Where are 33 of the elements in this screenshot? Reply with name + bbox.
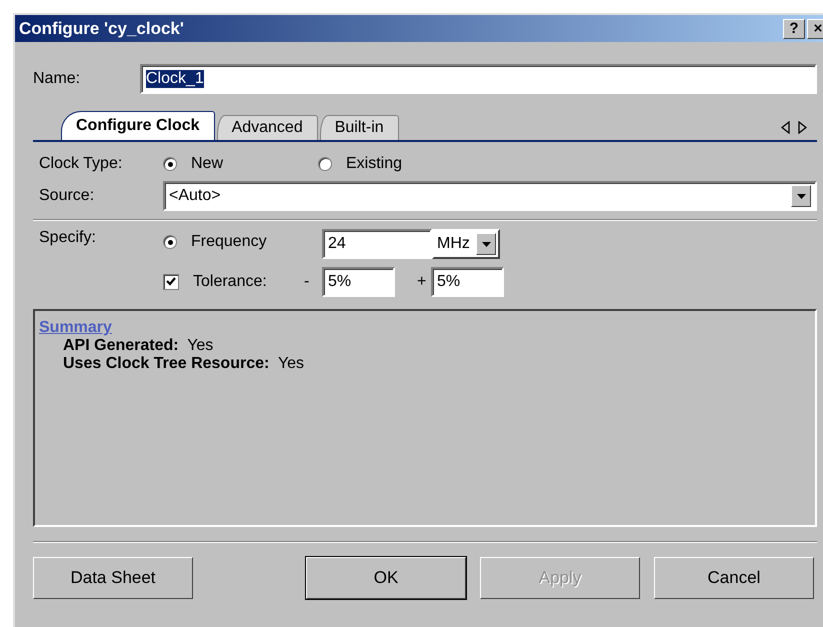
scroll-right-icon[interactable] [798, 121, 807, 134]
specify-label: Specify: [39, 229, 97, 247]
radio-label: Frequency [191, 233, 267, 251]
summary-row-text: Uses Clock Tree Resource: Yes [62, 355, 306, 373]
dialog-button[interactable]: OK [306, 557, 466, 599]
scroll-left-icon[interactable] [781, 121, 790, 134]
name-field[interactable]: Clock_1 [140, 64, 817, 94]
minus-sign: - [304, 273, 310, 291]
dialog-button[interactable]: Data Sheet [33, 557, 193, 599]
tolerance-label: Tolerance: [193, 273, 268, 291]
radio-label: Existing [346, 155, 402, 173]
name-label: Name: [33, 70, 82, 88]
window-title: Configure 'cy_clock' [19, 18, 184, 38]
close-button[interactable]: × [807, 18, 823, 38]
source-dropdown[interactable]: <Auto> [163, 181, 817, 211]
radio-label: New [191, 155, 224, 173]
radio-button[interactable] [318, 157, 332, 171]
source-label: Source: [39, 187, 96, 205]
radio-button[interactable] [163, 157, 177, 171]
dialog-button[interactable]: Cancel [654, 557, 814, 599]
plus-tolerance-field[interactable]: 5% [431, 267, 504, 297]
tab[interactable]: Built-in [320, 115, 399, 140]
help-button[interactable]: ? [783, 18, 805, 38]
radio-button[interactable] [163, 235, 177, 249]
checkbox[interactable] [163, 274, 179, 290]
tab[interactable]: Advanced [216, 115, 318, 140]
tab[interactable]: Configure Clock [61, 111, 215, 140]
summary-row-text: API Generated: Yes [62, 337, 214, 355]
plus-sign: + [417, 273, 428, 291]
unit-dropdown[interactable]: MHz [432, 229, 500, 259]
frequency-field[interactable]: 24 [322, 229, 432, 259]
clock-type-label: Clock Type: [39, 155, 124, 173]
minus-tolerance-field[interactable]: 5% [322, 267, 395, 297]
